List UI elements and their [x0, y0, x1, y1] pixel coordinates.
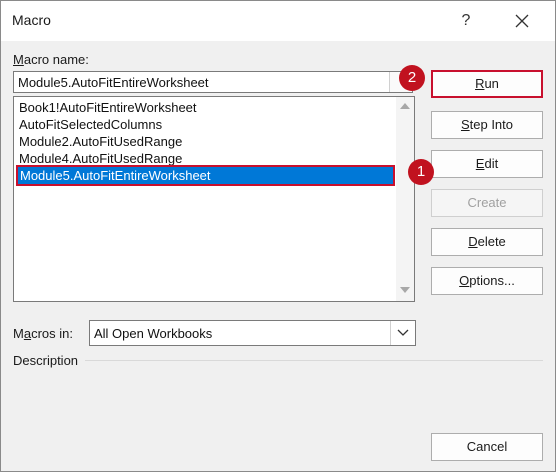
dropdown-arrow-icon [397, 329, 409, 336]
dropdown-arrow-button[interactable] [390, 321, 415, 345]
list-item[interactable]: Module2.AutoFitUsedRange [17, 133, 182, 150]
list-item[interactable]: AutoFitSelectedColumns [17, 116, 162, 133]
macros-in-label: Macros in: [13, 326, 73, 341]
annotation-badge-1: 1 [408, 159, 434, 185]
title-bar: Macro ? [1, 1, 555, 41]
create-button[interactable]: Create [431, 189, 543, 217]
cancel-button[interactable]: Cancel [431, 433, 543, 461]
description-label: Description [13, 353, 79, 368]
list-item-selected[interactable]: Module5.AutoFitEntireWorksheet [16, 165, 395, 186]
delete-button[interactable]: Delete [431, 228, 543, 256]
macros-in-dropdown[interactable]: All Open Workbooks [89, 320, 416, 346]
window-title: Macro [12, 12, 51, 28]
list-item[interactable]: Book1!AutoFitEntireWorksheet [17, 99, 197, 116]
macro-name-field[interactable] [13, 71, 413, 93]
close-icon [515, 14, 529, 28]
options-button[interactable]: Options... [431, 267, 543, 295]
help-button[interactable]: ? [447, 5, 485, 37]
macro-list[interactable]: Book1!AutoFitEntireWorksheet AutoFitSele… [13, 96, 415, 302]
annotation-badge-2: 2 [399, 65, 425, 91]
list-item[interactable]: Module4.AutoFitUsedRange [17, 150, 182, 167]
macros-in-value: All Open Workbooks [94, 326, 213, 341]
edit-button[interactable]: Edit [431, 150, 543, 178]
description-divider [85, 360, 543, 361]
scroll-up-icon[interactable] [400, 103, 410, 109]
close-button[interactable] [501, 5, 543, 37]
list-scrollbar[interactable] [396, 97, 414, 301]
step-into-button[interactable]: Step Into [431, 111, 543, 139]
macro-name-input[interactable] [14, 72, 388, 92]
help-icon: ? [461, 12, 471, 29]
macro-name-label: Macro name: [13, 52, 89, 67]
macro-dialog: Macro ? Macro name: Book1!AutoFitEntireW… [0, 0, 556, 472]
scroll-down-icon[interactable] [400, 287, 410, 293]
run-button[interactable]: Run [431, 70, 543, 98]
